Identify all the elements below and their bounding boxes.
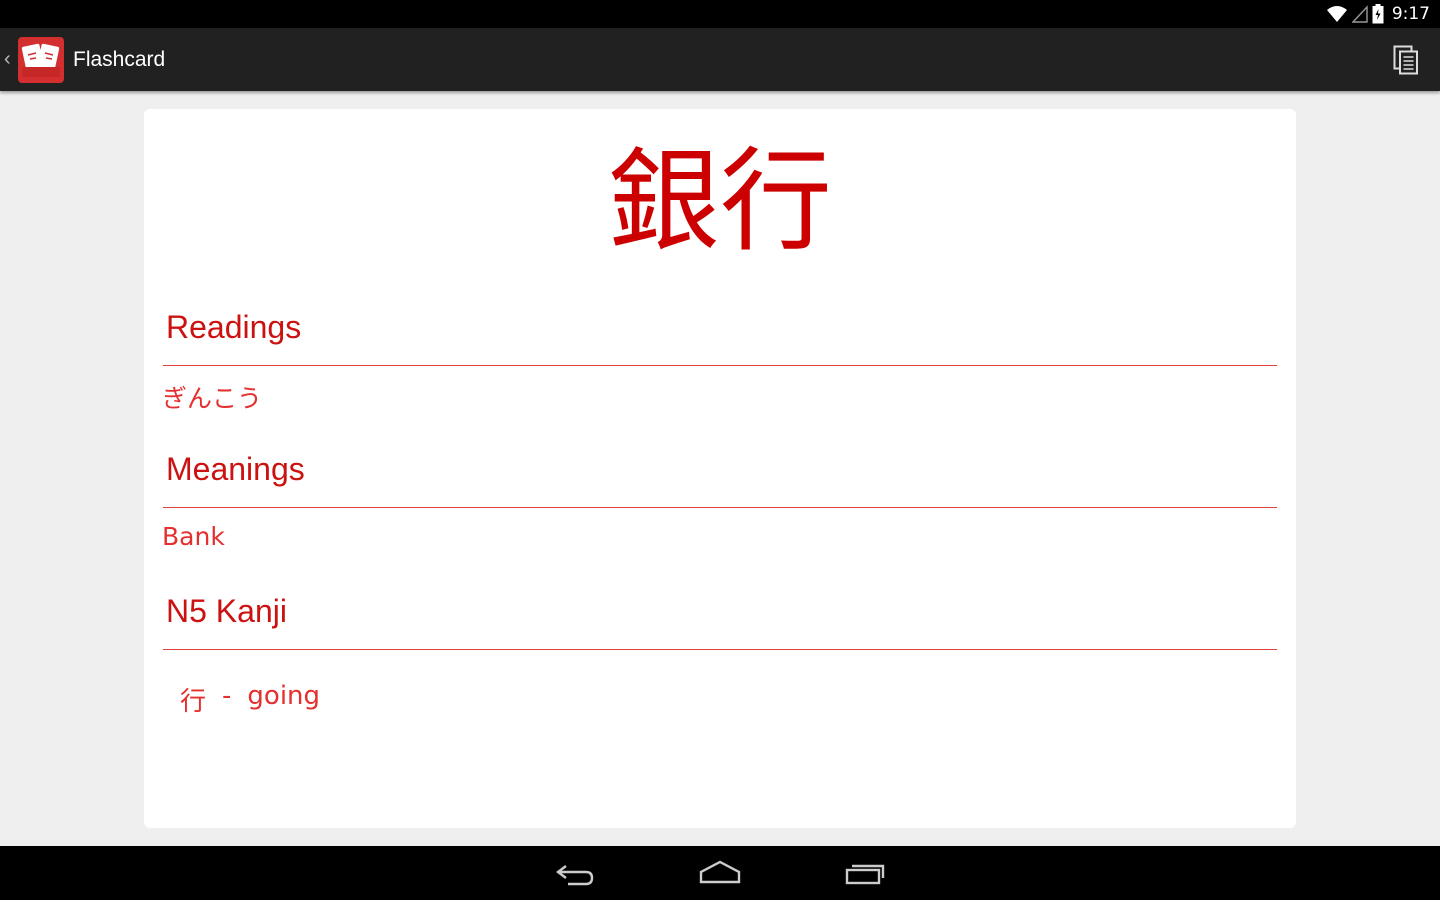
status-icons: 9:17 [1326, 4, 1430, 24]
readings-divider [163, 365, 1277, 366]
home-icon [699, 860, 741, 884]
home-button[interactable] [698, 858, 742, 888]
kanji-separator: - [222, 681, 232, 711]
kanji-cards-logo[interactable] [18, 36, 64, 83]
action-bar: ‹ Flashcard [0, 28, 1440, 91]
clock: 9:17 [1391, 4, 1430, 24]
kanji-heading: N5 Kanji [166, 593, 287, 629]
meanings-divider [163, 507, 1277, 508]
signal-icon [1351, 5, 1368, 23]
app-title: Flashcard [73, 47, 166, 71]
flashcard-word: 銀行 [608, 137, 832, 267]
kanji-meaning: going [247, 681, 321, 711]
readings-value: ぎんこう [162, 384, 263, 413]
kanji-character: 行 [180, 687, 207, 717]
copy-icon [1393, 45, 1418, 75]
meanings-value: Bank [162, 522, 225, 551]
back-button[interactable] [554, 858, 598, 888]
copy-button[interactable] [1388, 42, 1424, 78]
recents-button[interactable] [843, 858, 887, 888]
kanji-divider [163, 649, 1277, 650]
wifi-icon [1326, 6, 1347, 22]
flashcard: 銀行 Readings ぎんこう Meanings Bank N5 Kanji … [144, 109, 1296, 828]
navigation-bar [0, 846, 1440, 900]
status-bar: 9:17 [0, 0, 1440, 28]
readings-heading: Readings [166, 309, 302, 345]
recents-icon [845, 864, 885, 885]
back-icon [556, 865, 594, 886]
meanings-heading: Meanings [166, 451, 305, 487]
battery-icon [1372, 4, 1384, 24]
up-caret-icon[interactable]: ‹ [4, 48, 16, 71]
kanji-list-item[interactable]: 行 - going [180, 681, 320, 718]
